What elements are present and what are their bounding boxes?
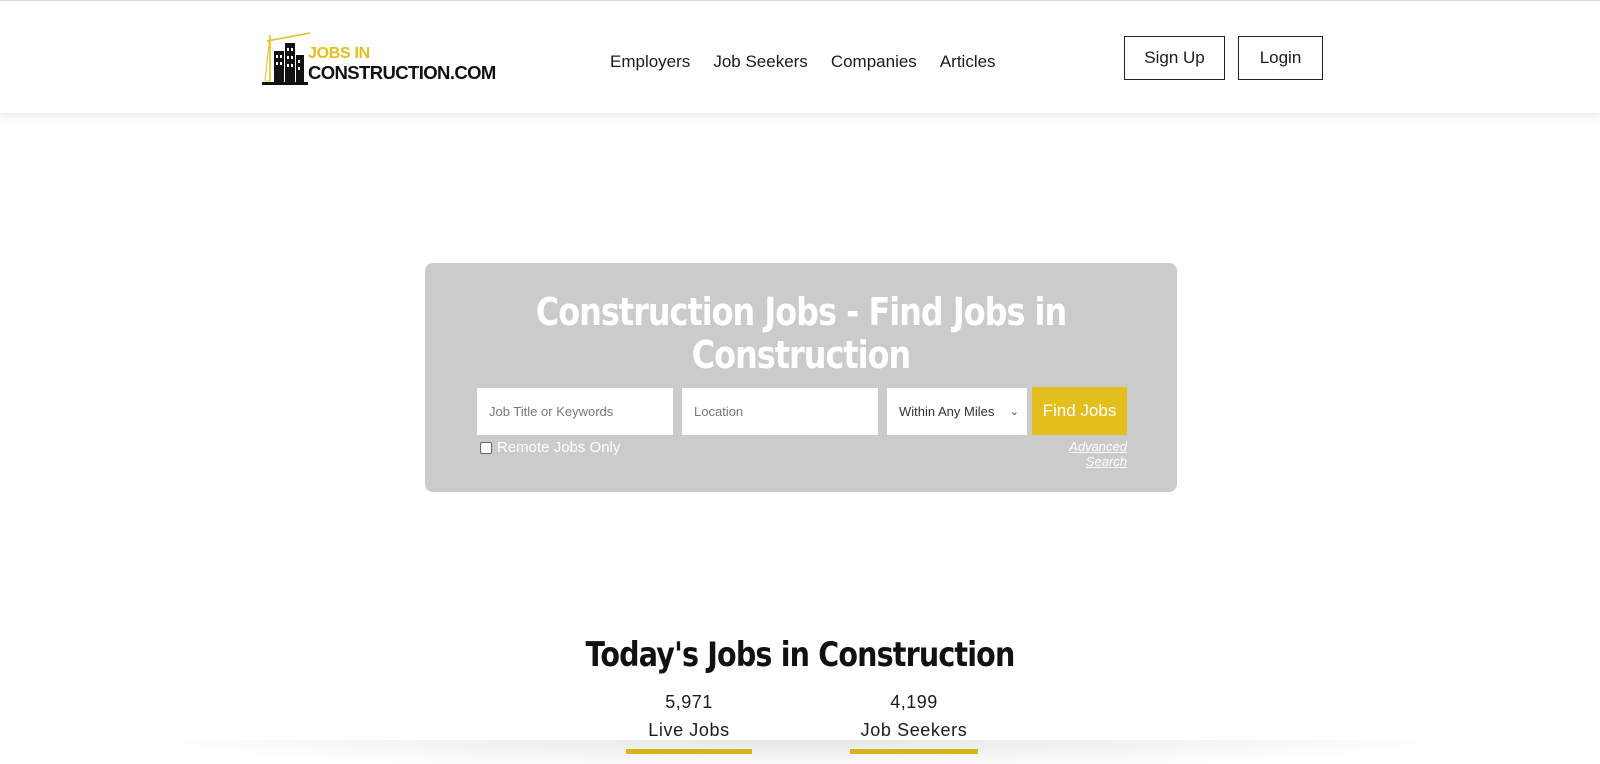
keyword-input[interactable]: Job Title or Keywords (477, 388, 673, 435)
location-placeholder: Location (694, 404, 744, 419)
keyword-placeholder: Job Title or Keywords (489, 404, 614, 419)
search-title: Construction Jobs - Find Jobs in Constru… (535, 290, 1067, 377)
job-seekers-count: 4,199 (890, 692, 938, 712)
sign-up-button[interactable]: Sign Up (1124, 36, 1225, 80)
advanced-search-link[interactable]: Advanced Search (1025, 439, 1127, 469)
nav-employers[interactable]: Employers (610, 52, 690, 72)
location-input[interactable]: Location (682, 388, 878, 435)
login-button[interactable]: Login (1238, 36, 1323, 80)
live-jobs-label: Live Jobs (648, 720, 730, 740)
job-seekers-label: Job Seekers (860, 720, 968, 740)
todays-jobs-heading: Today's Jobs in Construction (585, 635, 1016, 675)
live-jobs-count: 5,971 (665, 692, 713, 712)
remote-jobs-checkbox[interactable] (480, 441, 492, 454)
chevron-down-icon: ⌄ (1009, 406, 1019, 418)
job-search-panel: Construction Jobs - Find Jobs in Constru… (425, 263, 1177, 492)
distance-select[interactable]: Within Any Miles ⌄ (887, 388, 1027, 435)
remote-jobs-option: Remote Jobs Only (480, 439, 620, 456)
site-logo[interactable]: JOBS IN CONSTRUCTION.COM (262, 31, 496, 87)
find-jobs-button[interactable]: Find Jobs (1032, 387, 1127, 435)
nav-articles[interactable]: Articles (940, 52, 996, 72)
main-nav: Employers Job Seekers Companies Articles (610, 52, 1019, 72)
remote-jobs-label[interactable]: Remote Jobs Only (497, 439, 620, 456)
site-header: JOBS IN CONSTRUCTION.COM Employers Job S… (0, 0, 1600, 113)
building-crane-icon (262, 32, 310, 85)
logo-text-top: JOBS IN (308, 45, 370, 62)
nav-job-seekers[interactable]: Job Seekers (713, 52, 808, 72)
section-shadow (140, 740, 1460, 764)
distance-selected-value: Within Any Miles (899, 404, 995, 419)
nav-companies[interactable]: Companies (831, 52, 917, 72)
logo-text-bottom: CONSTRUCTION.COM (308, 62, 496, 83)
